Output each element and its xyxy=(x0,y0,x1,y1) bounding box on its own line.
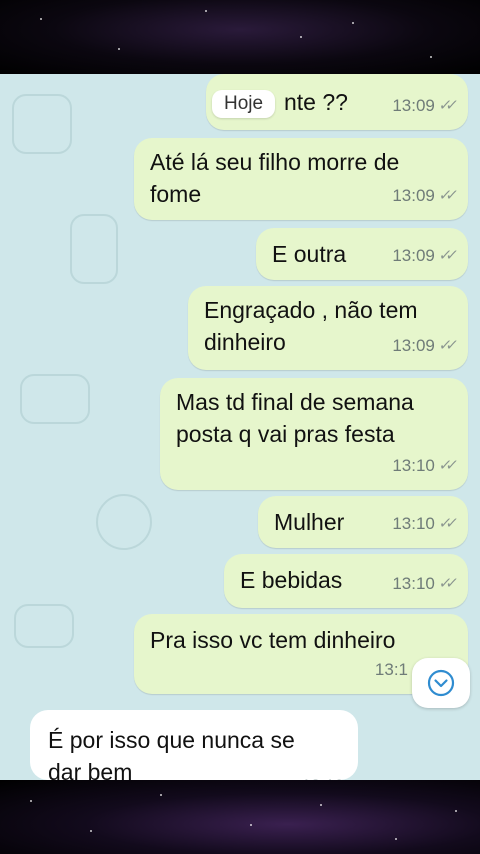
date-separator: Hoje xyxy=(212,90,276,118)
message-text: Pra isso vc tem dinheiro xyxy=(150,627,396,653)
double-check-icon: ✓✓ xyxy=(437,337,454,354)
message-bubble[interactable]: Mulher 13:10 ✓✓ xyxy=(258,496,468,548)
message-text: nte ?? xyxy=(284,89,348,115)
double-check-icon: ✓✓ xyxy=(437,247,454,264)
message-meta: 13:09 ✓✓ xyxy=(392,90,454,122)
bottom-background xyxy=(0,780,480,854)
message-meta: 13:09 ✓✓ xyxy=(392,240,454,272)
message-bubble[interactable]: E bebidas 13:10 ✓✓ xyxy=(224,554,468,608)
message-meta: 13:1 xyxy=(375,654,408,686)
message-text: Engraçado , não tem dinheiro xyxy=(204,297,418,355)
message-meta: 13:09 ✓✓ xyxy=(392,330,454,362)
message-time: 13:09 xyxy=(392,336,435,355)
chevron-down-circle-icon xyxy=(427,669,455,697)
message-time: 13:10 xyxy=(392,574,435,593)
message-meta: 13:10 ✓✓ xyxy=(392,450,454,482)
message-time: 13:09 xyxy=(392,186,435,205)
message-bubble[interactable]: Mas td final de semana posta q vai pras … xyxy=(160,378,468,490)
message-time: 13:10 xyxy=(301,770,344,780)
message-text: E bebidas xyxy=(240,567,343,593)
double-check-icon: ✓✓ xyxy=(437,515,454,532)
message-bubble[interactable]: Engraçado , não tem dinheiro 13:09 ✓✓ xyxy=(188,286,468,370)
double-check-icon: ✓✓ xyxy=(437,97,454,114)
message-meta: 13:10 ✓✓ xyxy=(392,568,454,600)
message-meta: 13:09 ✓✓ xyxy=(392,180,454,212)
message-text: Mulher xyxy=(274,509,345,535)
double-check-icon: ✓✓ xyxy=(437,575,454,592)
message-bubble[interactable]: E outra 13:09 ✓✓ xyxy=(256,228,468,280)
message-time: 13:1 xyxy=(374,660,408,679)
incoming-message-bubble[interactable]: É por isso que nunca se dar bem 13:10 xyxy=(30,710,358,780)
message-text: Até lá seu filho morre de fome xyxy=(150,149,400,207)
message-text: E outra xyxy=(272,241,347,267)
double-check-icon: ✓✓ xyxy=(437,187,454,204)
message-bubble[interactable]: Até lá seu filho morre de fome 13:09 ✓✓ xyxy=(134,138,468,220)
message-time: 13:10 xyxy=(392,456,435,475)
message-text: Mas td final de semana posta q vai pras … xyxy=(176,389,414,447)
message-time: 13:09 xyxy=(392,246,435,265)
chat-area[interactable]: nte ?? 13:09 ✓✓ Hoje Até lá seu filho mo… xyxy=(0,74,480,780)
message-time: 13:09 xyxy=(392,96,435,115)
message-time: 13:10 xyxy=(392,514,435,533)
message-meta: 13:10 ✓✓ xyxy=(392,508,454,540)
scroll-to-bottom-button[interactable] xyxy=(412,658,470,708)
double-check-icon: ✓✓ xyxy=(437,457,454,474)
top-background xyxy=(0,0,480,74)
message-text: É por isso que nunca se dar bem xyxy=(48,727,295,780)
